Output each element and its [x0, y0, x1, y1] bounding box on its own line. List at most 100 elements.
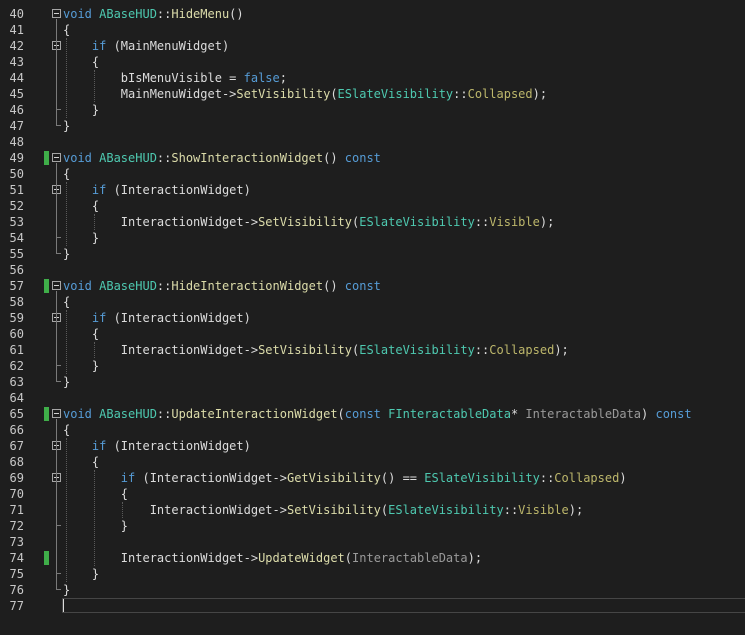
collapse-toggle-icon[interactable] — [52, 153, 61, 162]
line-number: 55 — [9, 247, 24, 261]
indent-guide — [94, 214, 95, 230]
code-text: } — [63, 246, 70, 262]
code-token: } — [63, 567, 100, 581]
code-token: :: — [474, 343, 490, 357]
code-text: } — [63, 358, 99, 374]
code-line[interactable]: 52 { — [0, 198, 745, 214]
code-token: void — [63, 279, 100, 293]
code-token: } — [63, 583, 71, 597]
line-number: 51 — [9, 183, 24, 197]
code-line[interactable]: 50 { — [0, 166, 745, 182]
code-line[interactable]: 44 bIsMenuVisible = false; — [0, 70, 745, 86]
code-line[interactable]: 62 } — [0, 358, 745, 374]
change-marker — [44, 407, 49, 421]
indent-guide — [66, 310, 67, 374]
line-number: 74 — [9, 551, 24, 565]
code-token: :: — [156, 151, 172, 165]
code-token: Collapsed — [467, 87, 533, 101]
code-token: Collapsed — [554, 471, 620, 485]
line-number: 75 — [9, 567, 24, 581]
code-token: ( — [330, 87, 338, 101]
code-token: * — [510, 407, 526, 421]
code-text: void ABaseHUD::ShowInteractionWidget() c… — [63, 150, 381, 166]
code-text: if (InteractionWidget->GetVisibility() =… — [63, 470, 627, 486]
code-line[interactable]: 64 — [0, 390, 745, 406]
code-token: InteractableData — [525, 407, 642, 421]
code-text: InteractionWidget->SetVisibility(ESlateV… — [63, 214, 555, 230]
code-line[interactable]: 67 if (InteractionWidget) — [0, 438, 745, 454]
line-number: 63 — [9, 375, 24, 389]
code-line[interactable]: 55} — [0, 246, 745, 262]
code-line[interactable]: 57 void ABaseHUD::HideInteractionWidget()… — [0, 278, 745, 294]
collapse-toggle-icon[interactable] — [52, 409, 61, 418]
code-token: } — [63, 231, 100, 245]
code-line[interactable]: 71 InteractionWidget->SetVisibility(ESla… — [0, 502, 745, 518]
change-marker — [44, 151, 49, 165]
code-token: ; — [279, 71, 287, 85]
code-line[interactable]: 48 — [0, 134, 745, 150]
code-line[interactable]: 66 { — [0, 422, 745, 438]
code-line[interactable]: 56 — [0, 262, 745, 278]
code-token: Visible — [489, 215, 540, 229]
code-token: const — [344, 407, 389, 421]
code-line[interactable]: 40 void ABaseHUD::HideMenu() — [0, 6, 745, 22]
code-token: :: — [156, 7, 172, 21]
code-text: if (InteractionWidget) — [63, 310, 251, 326]
code-line[interactable]: 41 { — [0, 22, 745, 38]
code-token: GetVisibility — [286, 471, 381, 485]
code-line[interactable]: 54 } — [0, 230, 745, 246]
code-token: InteractionWidget-> — [63, 551, 259, 565]
code-line[interactable]: 76} — [0, 582, 745, 598]
code-line[interactable]: 68 { — [0, 454, 745, 470]
code-token: Collapsed — [489, 343, 555, 357]
code-line[interactable]: 61 InteractionWidget->SetVisibility(ESla… — [0, 342, 745, 358]
code-line[interactable]: 46 } — [0, 102, 745, 118]
change-marker — [44, 551, 49, 565]
code-line[interactable]: 47} — [0, 118, 745, 134]
code-line[interactable]: 73 — [0, 534, 745, 550]
code-line[interactable]: 72 } — [0, 518, 745, 534]
code-token: :: — [539, 471, 555, 485]
line-number: 46 — [9, 103, 24, 117]
line-number: 62 — [9, 359, 24, 373]
code-text: { — [63, 166, 70, 182]
code-line[interactable]: 53 InteractionWidget->SetVisibility(ESla… — [0, 214, 745, 230]
collapse-toggle-icon[interactable] — [52, 9, 61, 18]
code-line[interactable]: 74 InteractionWidget->UpdateWidget(Inter… — [0, 550, 745, 566]
text-caret — [63, 599, 64, 612]
code-token: } — [63, 103, 100, 117]
code-token: ESlateVisibility — [424, 471, 540, 485]
code-line[interactable]: 45 MainMenuWidget->SetVisibility(ESlateV… — [0, 86, 745, 102]
outline-end-tick — [56, 125, 61, 126]
code-token: () — [229, 7, 244, 21]
collapse-toggle-icon[interactable] — [52, 281, 61, 290]
outline-end-tick — [56, 109, 61, 110]
code-line[interactable]: 58 { — [0, 294, 745, 310]
code-line[interactable]: 59 if (InteractionWidget) — [0, 310, 745, 326]
code-token: { — [63, 423, 71, 437]
code-line[interactable]: 49 void ABaseHUD::ShowInteractionWidget()… — [0, 150, 745, 166]
line-number: 67 — [9, 439, 24, 453]
code-token: :: — [453, 87, 468, 101]
code-text: } — [63, 118, 70, 134]
code-token: HideInteractionWidget — [171, 279, 324, 293]
code-token: { — [63, 455, 100, 469]
code-token: } — [63, 119, 71, 133]
code-line[interactable]: 42 if (MainMenuWidget) — [0, 38, 745, 54]
code-token: ) — [641, 407, 656, 421]
code-token: () — [323, 151, 345, 165]
code-token: if — [91, 39, 107, 53]
code-line[interactable]: 43 { — [0, 54, 745, 70]
code-line[interactable]: 70 { — [0, 486, 745, 502]
code-line[interactable]: 75 } — [0, 566, 745, 582]
code-token: ABaseHUD — [99, 151, 157, 165]
code-line[interactable]: 60 { — [0, 326, 745, 342]
code-line[interactable]: 65 void ABaseHUD::UpdateInteractionWidget… — [0, 406, 745, 422]
code-editor[interactable]: 40 void ABaseHUD::HideMenu() 41{42 if (Mai… — [0, 0, 745, 635]
code-token: () == — [380, 471, 425, 485]
code-line[interactable]: 69 if (InteractionWidget->GetVisibility(… — [0, 470, 745, 486]
code-line[interactable]: 63} — [0, 374, 745, 390]
code-line[interactable]: 51 if (InteractionWidget) — [0, 182, 745, 198]
